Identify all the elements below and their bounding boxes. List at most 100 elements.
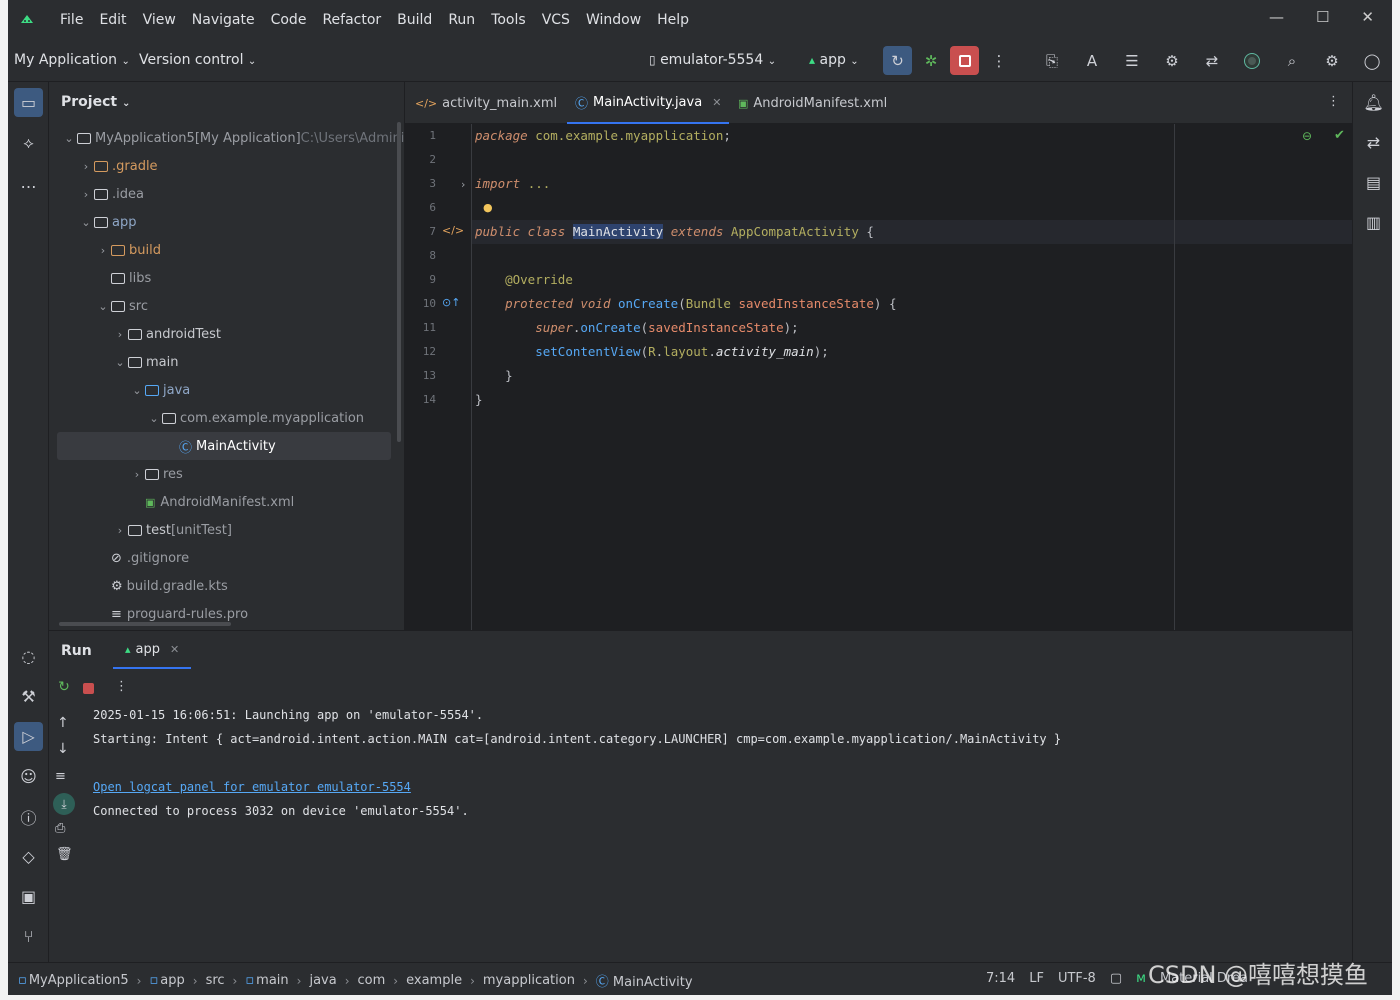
menu-refactor[interactable]: Refactor bbox=[322, 12, 381, 28]
scroll-up-icon[interactable]: ↑ bbox=[57, 715, 69, 731]
breadcrumb-item[interactable]: ▫ app bbox=[149, 973, 184, 988]
breadcrumb-item[interactable]: java bbox=[309, 973, 336, 988]
file-encoding[interactable]: UTF-8 bbox=[1058, 971, 1096, 986]
readonly-icon[interactable]: ▢ bbox=[1110, 971, 1122, 986]
breadcrumb-item[interactable]: com bbox=[358, 973, 386, 988]
project-view-selector[interactable]: Project ⌄ bbox=[61, 94, 130, 110]
breadcrumb-item[interactable]: ▫ MyApplication5 bbox=[18, 973, 129, 988]
tab-mainactivity-java[interactable]: Ⓒ MainActivity.java ✕ bbox=[567, 82, 730, 124]
tree-item-build-gradle-kts[interactable]: ⚙ build.gradle.kts bbox=[95, 572, 228, 600]
xml-layout-icon[interactable]: </> bbox=[442, 224, 464, 237]
stop-run-icon[interactable] bbox=[83, 683, 94, 694]
chevron-right-icon[interactable]: › bbox=[112, 328, 128, 341]
chevron-right-icon[interactable]: › bbox=[112, 524, 128, 537]
line-separator[interactable]: LF bbox=[1029, 971, 1044, 986]
breadcrumb-item[interactable]: example bbox=[406, 973, 462, 988]
chevron-down-icon[interactable]: ⌄ bbox=[61, 132, 77, 145]
breadcrumb-item[interactable]: ▫ main bbox=[245, 973, 288, 988]
minimize-icon[interactable]: — bbox=[1269, 8, 1284, 26]
tree-h-scrollbar[interactable] bbox=[59, 622, 231, 626]
tree-item-libs[interactable]: libs bbox=[95, 264, 151, 292]
folder-icon[interactable]: ▭ bbox=[14, 88, 43, 117]
more-icon[interactable]: ⋮ bbox=[986, 48, 1012, 74]
caret-position[interactable]: 7:14 bbox=[986, 971, 1015, 986]
tree-item-mainactivity[interactable]: Ⓒ MainActivity bbox=[57, 432, 391, 460]
fold-icon[interactable]: › bbox=[461, 178, 465, 191]
logcat-link[interactable]: Open logcat panel for emulator emulator-… bbox=[93, 775, 1343, 799]
scroll-to-end-icon[interactable]: ⤓ bbox=[53, 793, 75, 815]
close-tab-icon[interactable]: ✕ bbox=[712, 96, 721, 109]
app-inspection-icon[interactable]: ⇄ bbox=[1199, 48, 1225, 74]
tab-activity-main-xml[interactable]: </> activity_main.xml bbox=[415, 82, 557, 124]
breadcrumb-item[interactable]: src bbox=[206, 973, 225, 988]
tree-item-src[interactable]: ⌄ src bbox=[95, 292, 148, 320]
tree-item-myapplication5[interactable]: ⌄ MyApplication5 [My Application] C:\User… bbox=[61, 124, 411, 152]
tree-item-java[interactable]: ⌄ java bbox=[129, 376, 190, 404]
git-icon[interactable]: ⑂ bbox=[14, 922, 43, 951]
tree-item-androidmanifest-xml[interactable]: ▣ AndroidManifest.xml bbox=[129, 488, 294, 516]
menu-help[interactable]: Help bbox=[657, 12, 689, 28]
override-icon[interactable]: ⊙↑ bbox=[442, 296, 460, 309]
chevron-down-icon[interactable]: ⌄ bbox=[95, 300, 111, 313]
tree-item--gitignore[interactable]: ⊘ .gitignore bbox=[95, 544, 189, 572]
run-tool-icon[interactable]: ▷ bbox=[14, 722, 43, 751]
menu-navigate[interactable]: Navigate bbox=[192, 12, 255, 28]
tree-item--idea[interactable]: › .idea bbox=[78, 180, 144, 208]
scroll-down-icon[interactable]: ↓ bbox=[57, 741, 69, 757]
tree-item-res[interactable]: › res bbox=[129, 460, 183, 488]
breadcrumb-item[interactable]: Ⓒ MainActivity bbox=[596, 971, 693, 990]
menu-window[interactable]: Window bbox=[586, 12, 641, 28]
print-icon[interactable]: ⎙ bbox=[55, 821, 65, 836]
resource-manager-icon[interactable]: ⟡ bbox=[14, 128, 43, 157]
device-file-explorer-icon[interactable]: ▤ bbox=[1359, 168, 1388, 197]
tree-item-app[interactable]: ⌄ app bbox=[78, 208, 136, 236]
console-output[interactable]: 2025-01-15 16:06:51: Launching app on 'e… bbox=[93, 703, 1343, 823]
run-config-selector[interactable]: ▴ app ⌄ bbox=[809, 52, 859, 68]
apply-changes-icon[interactable]: ↻ bbox=[883, 46, 912, 75]
account-icon[interactable]: ◯ bbox=[1359, 48, 1385, 74]
trash-icon[interactable]: 🗑︎ bbox=[56, 847, 73, 862]
chevron-right-icon[interactable]: › bbox=[129, 468, 145, 481]
chevron-down-icon[interactable]: ⌄ bbox=[129, 384, 145, 397]
debug-icon[interactable]: ✲ bbox=[918, 48, 944, 74]
menu-view[interactable]: View bbox=[143, 12, 176, 28]
menu-vcs[interactable]: VCS bbox=[542, 12, 570, 28]
chevron-right-icon[interactable]: › bbox=[95, 244, 111, 257]
run-more-icon[interactable]: ⋮ bbox=[115, 679, 128, 694]
chevron-down-icon[interactable]: ⌄ bbox=[112, 356, 128, 369]
menu-edit[interactable]: Edit bbox=[99, 12, 126, 28]
close-icon[interactable]: ✕ bbox=[1361, 8, 1374, 26]
menu-file[interactable]: File bbox=[60, 12, 83, 28]
tree-item-com-example-myapplication[interactable]: ⌄ com.example.myapplication bbox=[146, 404, 364, 432]
tree-item--gradle[interactable]: › .gradle bbox=[78, 152, 158, 180]
structure-icon[interactable]: ☰ bbox=[1119, 48, 1145, 74]
checkmark-icon[interactable]: ✔ bbox=[1334, 128, 1345, 143]
rerun-icon[interactable]: ↻ bbox=[53, 679, 75, 701]
menu-tools[interactable]: Tools bbox=[491, 12, 526, 28]
soft-wrap-icon[interactable]: ≡ bbox=[55, 769, 66, 784]
vcs-selector[interactable]: Version control ⌄ bbox=[139, 52, 256, 68]
tree-item-main[interactable]: ⌄ main bbox=[112, 348, 178, 376]
tree-item-androidtest[interactable]: › androidTest bbox=[112, 320, 221, 348]
menu-code[interactable]: Code bbox=[271, 12, 307, 28]
chevron-down-icon[interactable]: ⌄ bbox=[78, 216, 94, 229]
notifications-icon[interactable]: 🔔︎ bbox=[1359, 88, 1388, 117]
no-problems-icon[interactable]: ⊖ bbox=[1302, 129, 1312, 143]
translate-icon[interactable]: A bbox=[1079, 48, 1105, 74]
stop-icon[interactable] bbox=[950, 46, 979, 75]
profiler-icon[interactable]: ◇ bbox=[14, 842, 43, 871]
breadcrumb-item[interactable]: myapplication bbox=[483, 973, 575, 988]
device-manager-icon[interactable]: ⚙ bbox=[1159, 48, 1185, 74]
build-icon[interactable]: ⚒ bbox=[14, 682, 43, 711]
gradle-icon[interactable]: ⇄ bbox=[1359, 128, 1388, 157]
console-text[interactable]: Open logcat panel for emulator emulator-… bbox=[93, 780, 411, 794]
more-tools-icon[interactable]: … bbox=[14, 168, 43, 197]
device-selector[interactable]: ▯ emulator-5554 ⌄ bbox=[649, 52, 776, 68]
tree-item-build[interactable]: › build bbox=[95, 236, 161, 264]
tab-androidmanifest-xml[interactable]: ▣ AndroidManifest.xml bbox=[738, 82, 887, 124]
tree-item-test[interactable]: › test [unitTest] bbox=[112, 516, 232, 544]
settings-icon[interactable]: ⚙ bbox=[1319, 48, 1345, 74]
chevron-right-icon[interactable]: › bbox=[78, 160, 94, 173]
chevron-right-icon[interactable]: › bbox=[78, 188, 94, 201]
chevron-down-icon[interactable]: ⌄ bbox=[146, 412, 162, 425]
